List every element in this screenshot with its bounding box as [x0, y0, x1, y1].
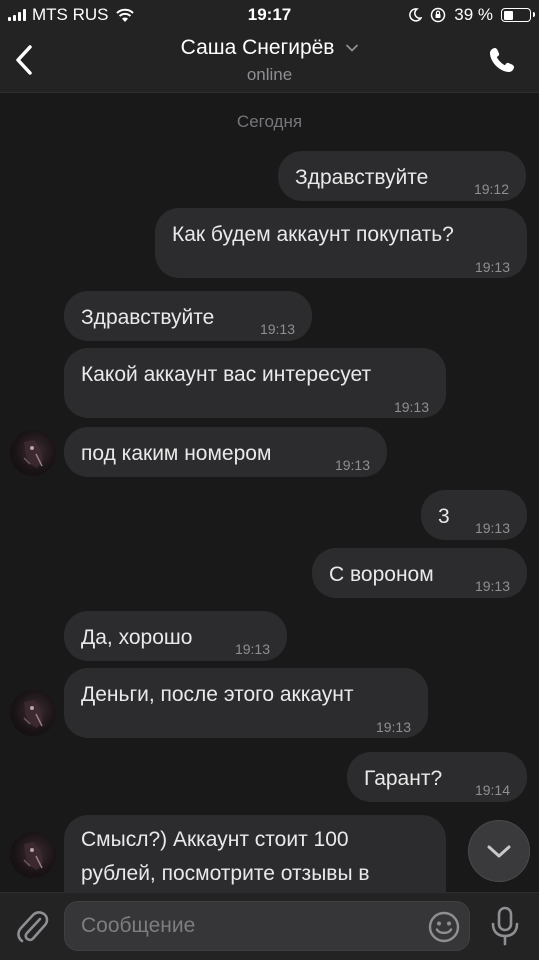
message-bubble-incoming[interactable]: Смысл?) Аккаунт стоит 100 рублей, посмот…	[64, 815, 446, 892]
chat-header: Саша Снегирёв online	[0, 30, 539, 93]
message-bubble-outgoing[interactable]: С вороном 19:13	[312, 548, 527, 598]
message-text-line: Смысл?) Аккаунт стоит 100	[81, 828, 349, 851]
message-bubble-outgoing[interactable]: Гарант? 19:14	[347, 752, 527, 802]
message-time: 19:13	[259, 321, 295, 337]
message-bubble-outgoing[interactable]: 3 19:13	[421, 490, 527, 540]
message-time: 19:13	[334, 457, 370, 473]
message-list[interactable]: Сегодня Здравствуйте 19:12 Как будем акк…	[0, 94, 539, 892]
status-bar: MTS RUS 19:17 39 %	[0, 0, 539, 30]
chevron-down-icon	[487, 845, 511, 858]
avatar[interactable]	[10, 690, 56, 736]
message-bubble-outgoing[interactable]: Здравствуйте 19:12	[278, 151, 526, 201]
moon-icon	[409, 8, 423, 22]
message-bubble-outgoing[interactable]: Как будем аккаунт покупать? 19:13	[155, 208, 527, 278]
phone-call-button[interactable]	[487, 45, 517, 75]
message-time: 19:13	[375, 719, 411, 735]
date-separator: Сегодня	[236, 112, 303, 131]
message-text: 3	[438, 505, 450, 528]
message-input[interactable]	[81, 902, 421, 950]
message-text: под каким номером	[81, 442, 272, 465]
message-text-line: рублей, посмотрите отзывы в	[81, 862, 370, 885]
message-text: Да, хорошо	[81, 626, 193, 649]
message-bubble-incoming[interactable]: Какой аккаунт вас интересует 19:13	[64, 348, 446, 418]
chevron-down-icon	[346, 45, 359, 53]
battery-icon	[501, 8, 535, 22]
rotation-lock-icon	[431, 7, 446, 23]
avatar[interactable]	[10, 430, 56, 476]
contact-name: Саша Снегирёв	[180, 36, 335, 59]
message-composer	[0, 892, 539, 960]
message-time: 19:12	[473, 181, 509, 197]
contact-status: online	[246, 65, 293, 84]
message-text: Гарант?	[364, 767, 443, 790]
message-bubble-incoming[interactable]: под каким номером 19:13	[64, 427, 387, 477]
message-time: 19:13	[393, 399, 429, 415]
contact-title[interactable]: Саша Снегирёв	[0, 36, 539, 60]
message-text: Какой аккаунт вас интересует	[81, 363, 372, 386]
message-text: Как будем аккаунт покупать?	[172, 223, 454, 246]
message-text: Здравствуйте	[295, 166, 429, 189]
message-text: С вороном	[329, 563, 434, 586]
message-bubble-incoming[interactable]: Здравствуйте 19:13	[64, 291, 312, 341]
message-field	[64, 901, 470, 951]
message-time: 19:13	[474, 259, 510, 275]
microphone-button[interactable]	[488, 905, 522, 947]
avatar[interactable]	[10, 832, 56, 878]
message-time: 19:13	[474, 578, 510, 594]
message-time: 19:13	[234, 641, 270, 657]
battery-percent: 39 %	[454, 5, 493, 24]
message-text: Здравствуйте	[81, 306, 215, 329]
message-text: Деньги, после этого аккаунт	[81, 683, 354, 706]
message-time: 19:13	[474, 520, 510, 536]
attach-button[interactable]	[14, 907, 50, 945]
message-bubble-incoming[interactable]: Деньги, после этого аккаунт 19:13	[64, 668, 428, 738]
message-time: 19:14	[474, 782, 510, 798]
scroll-to-bottom-button[interactable]	[468, 820, 530, 882]
emoji-button[interactable]	[427, 910, 461, 944]
message-bubble-incoming[interactable]: Да, хорошо 19:13	[64, 611, 287, 661]
